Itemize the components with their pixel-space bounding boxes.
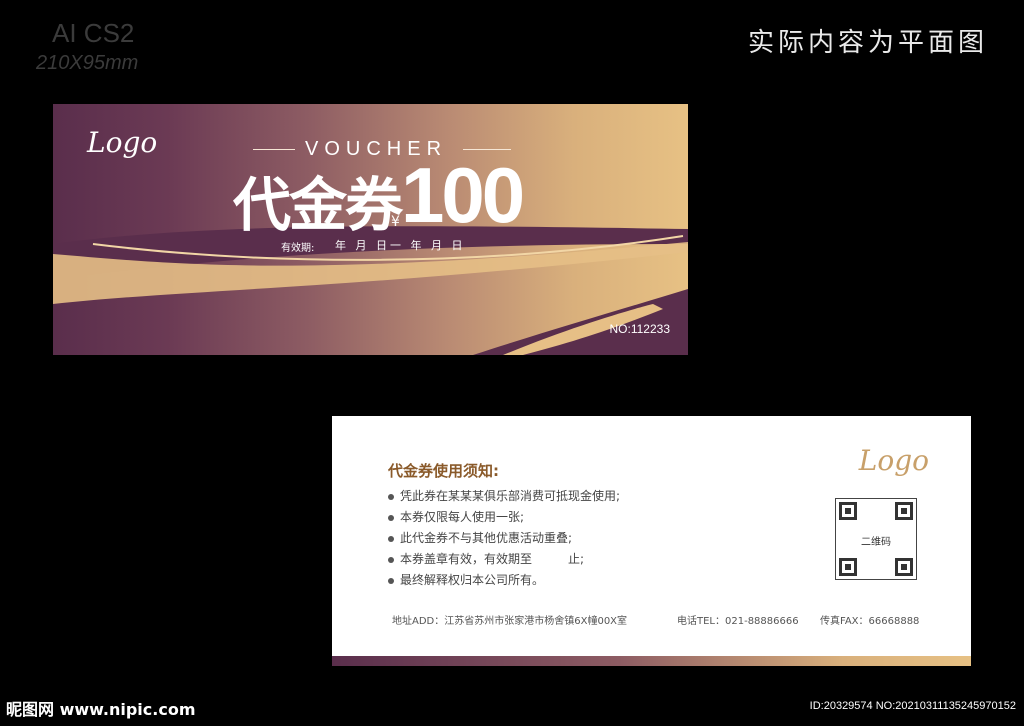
front-logo: Logo — [87, 126, 158, 159]
bullet-icon — [388, 493, 394, 500]
rule-item: 此代金券不与其他优惠活动重叠; — [388, 528, 620, 549]
voucher-front: Logo VOUCHER 代金券 ¥ 100 有效期: 年 月 日一 年 月 日… — [53, 104, 688, 355]
content-note: 实际内容为平面图 — [747, 28, 988, 58]
rule-item: 本券盖章有效，有效期至 止; — [388, 549, 620, 570]
rule-item: 最终解释权归本公司所有。 — [388, 570, 620, 591]
phone-text: 电话TEL：021-88886666 — [677, 616, 799, 627]
rules-list: 凭此券在某某某俱乐部消费可抵现金使用; 本券仅限每人使用一张; 此代金券不与其他… — [388, 486, 620, 591]
bullet-icon — [388, 535, 394, 542]
rule-item: 凭此券在某某某俱乐部消费可抵现金使用; — [388, 486, 620, 507]
bullet-icon — [388, 514, 394, 521]
validity-dates: 年 月 日一 年 月 日 — [335, 239, 466, 252]
back-gradient-bar — [332, 656, 971, 666]
bullet-icon — [388, 556, 394, 563]
rule-item: 本券仅限每人使用一张; — [388, 507, 620, 528]
voucher-back: Logo 代金券使用须知: 凭此券在某某某俱乐部消费可抵现金使用; 本券仅限每人… — [332, 416, 971, 666]
watermark-id: ID:20329574 NO:20210311135245970152 — [809, 700, 1016, 712]
qr-corner-icon — [839, 502, 857, 520]
voucher-line-left — [253, 149, 295, 150]
serial-number: NO:112233 — [609, 322, 671, 336]
validity-label: 有效期: — [281, 243, 315, 254]
voucher-title: 代金券 — [233, 171, 403, 239]
watermark-site: 昵图网 www.nipic.com — [6, 700, 196, 719]
notice-title: 代金券使用须知: — [388, 462, 499, 480]
address-text: 地址ADD：江苏省苏州市张家港市杨舍镇6X幢00X室 — [392, 616, 628, 627]
qr-corner-icon — [895, 502, 913, 520]
qr-corner-icon — [895, 558, 913, 576]
currency-symbol: ¥ — [391, 214, 400, 230]
back-logo: Logo — [858, 444, 929, 477]
size-label: 210X95mm — [36, 52, 139, 74]
voucher-amount: 100 — [401, 151, 525, 239]
bullet-icon — [388, 577, 394, 584]
fax-text: 传真FAX：66668888 — [820, 616, 920, 627]
qr-label: 二维码 — [861, 537, 891, 548]
app-version-label: AI CS2 — [52, 18, 135, 48]
qr-code-placeholder: 二维码 — [835, 498, 917, 580]
qr-corner-icon — [839, 558, 857, 576]
